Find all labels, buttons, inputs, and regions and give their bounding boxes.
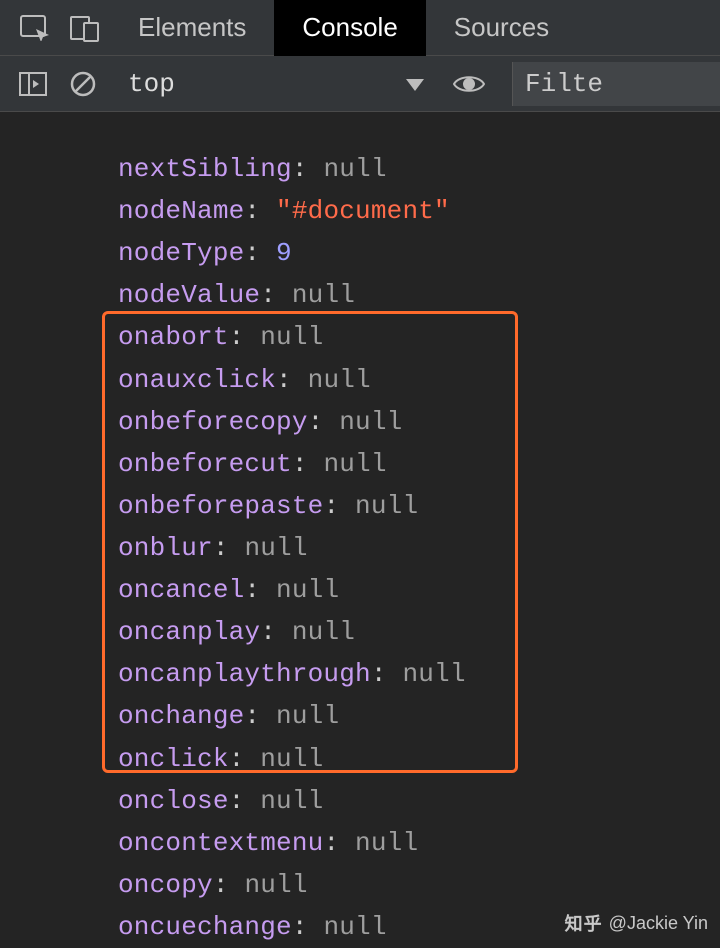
- property-value: null: [323, 154, 386, 184]
- property-key: onclose: [118, 786, 229, 816]
- object-property-row[interactable]: nodeName: "#document": [118, 190, 720, 232]
- object-property-row[interactable]: onclick: null: [118, 738, 720, 780]
- colon: :: [244, 575, 276, 605]
- property-key: nextSibling: [118, 154, 292, 184]
- clear-console-icon[interactable]: [58, 56, 108, 112]
- tab-console[interactable]: Console: [274, 0, 425, 56]
- property-key: onclick: [118, 744, 229, 774]
- chevron-down-icon: [406, 69, 424, 99]
- colon: :: [213, 870, 245, 900]
- property-value: null: [355, 491, 418, 521]
- property-value: null: [260, 744, 323, 774]
- inspect-element-icon[interactable]: [10, 0, 60, 56]
- property-value: null: [323, 449, 386, 479]
- console-filter-input[interactable]: Filte: [512, 62, 720, 106]
- object-property-row[interactable]: nodeType: 9: [118, 232, 720, 274]
- devtools-tabs: Elements Console Sources: [110, 0, 720, 56]
- property-value: null: [260, 786, 323, 816]
- colon: :: [292, 912, 324, 942]
- property-value: null: [308, 365, 371, 395]
- object-property-row[interactable]: onbeforecopy: null: [118, 401, 720, 443]
- context-label: top: [128, 69, 175, 99]
- execution-context-selector[interactable]: top: [108, 56, 438, 112]
- property-key: onchange: [118, 701, 244, 731]
- property-key: onblur: [118, 533, 213, 563]
- colon: :: [308, 407, 340, 437]
- device-toolbar-icon[interactable]: [60, 0, 110, 56]
- property-key: nodeName: [118, 196, 244, 226]
- property-value: null: [276, 575, 339, 605]
- colon: :: [276, 365, 308, 395]
- colon: :: [371, 659, 403, 689]
- watermark: 知乎 @Jackie Yin: [565, 910, 708, 936]
- property-value: null: [292, 617, 355, 647]
- property-value: null: [402, 659, 465, 689]
- colon: :: [229, 786, 261, 816]
- colon: :: [229, 744, 261, 774]
- property-key: onbeforecopy: [118, 407, 308, 437]
- property-key: oncanplay: [118, 617, 260, 647]
- colon: :: [260, 617, 292, 647]
- object-property-row[interactable]: oncanplay: null: [118, 611, 720, 653]
- watermark-brand: 知乎: [565, 910, 603, 936]
- property-value: null: [244, 533, 307, 563]
- property-key: oncanplaythrough: [118, 659, 371, 689]
- colon: :: [292, 154, 324, 184]
- object-property-row[interactable]: oncontextmenu: null: [118, 822, 720, 864]
- colon: :: [244, 238, 276, 268]
- tab-sources[interactable]: Sources: [426, 0, 577, 56]
- property-key: oncancel: [118, 575, 244, 605]
- object-property-row[interactable]: oncancel: null: [118, 569, 720, 611]
- console-toolbar: top Filte: [0, 56, 720, 112]
- object-property-row[interactable]: onbeforepaste: null: [118, 485, 720, 527]
- object-property-row[interactable]: nextSibling: null: [118, 148, 720, 190]
- colon: :: [292, 449, 324, 479]
- property-value: null: [323, 912, 386, 942]
- property-value: null: [355, 828, 418, 858]
- object-property-row[interactable]: onclose: null: [118, 780, 720, 822]
- object-property-row[interactable]: onbeforecut: null: [118, 443, 720, 485]
- property-key: oncuechange: [118, 912, 292, 942]
- property-key: onabort: [118, 322, 229, 352]
- object-property-row[interactable]: onblur: null: [118, 527, 720, 569]
- property-key: nodeValue: [118, 280, 260, 310]
- object-property-row[interactable]: oncopy: null: [118, 864, 720, 906]
- colon: :: [260, 280, 292, 310]
- property-value: "#document": [276, 196, 450, 226]
- colon: :: [323, 491, 355, 521]
- colon: :: [213, 533, 245, 563]
- object-property-row[interactable]: onchange: null: [118, 695, 720, 737]
- object-property-row[interactable]: onauxclick: null: [118, 359, 720, 401]
- show-console-sidebar-icon[interactable]: [8, 56, 58, 112]
- colon: :: [244, 701, 276, 731]
- filter-placeholder: Filte: [525, 69, 603, 99]
- object-property-row[interactable]: oncanplaythrough: null: [118, 653, 720, 695]
- live-expression-icon[interactable]: [444, 56, 494, 112]
- property-value: null: [276, 701, 339, 731]
- property-key: onbeforepaste: [118, 491, 323, 521]
- property-key: onbeforecut: [118, 449, 292, 479]
- object-property-row[interactable]: onabort: null: [118, 316, 720, 358]
- property-value: null: [339, 407, 402, 437]
- watermark-author: @Jackie Yin: [609, 913, 708, 934]
- property-value: 9: [276, 238, 292, 268]
- colon: :: [244, 196, 276, 226]
- colon: :: [323, 828, 355, 858]
- devtools-main-toolbar: Elements Console Sources: [0, 0, 720, 56]
- property-value: null: [292, 280, 355, 310]
- tab-elements[interactable]: Elements: [110, 0, 274, 56]
- console-object-properties: nextSibling: nullnodeName: "#document"no…: [0, 112, 720, 948]
- property-key: onauxclick: [118, 365, 276, 395]
- property-key: oncopy: [118, 870, 213, 900]
- property-key: oncontextmenu: [118, 828, 323, 858]
- property-value: null: [260, 322, 323, 352]
- object-property-row[interactable]: nodeValue: null: [118, 274, 720, 316]
- colon: :: [229, 322, 261, 352]
- property-value: null: [244, 870, 307, 900]
- property-key: nodeType: [118, 238, 244, 268]
